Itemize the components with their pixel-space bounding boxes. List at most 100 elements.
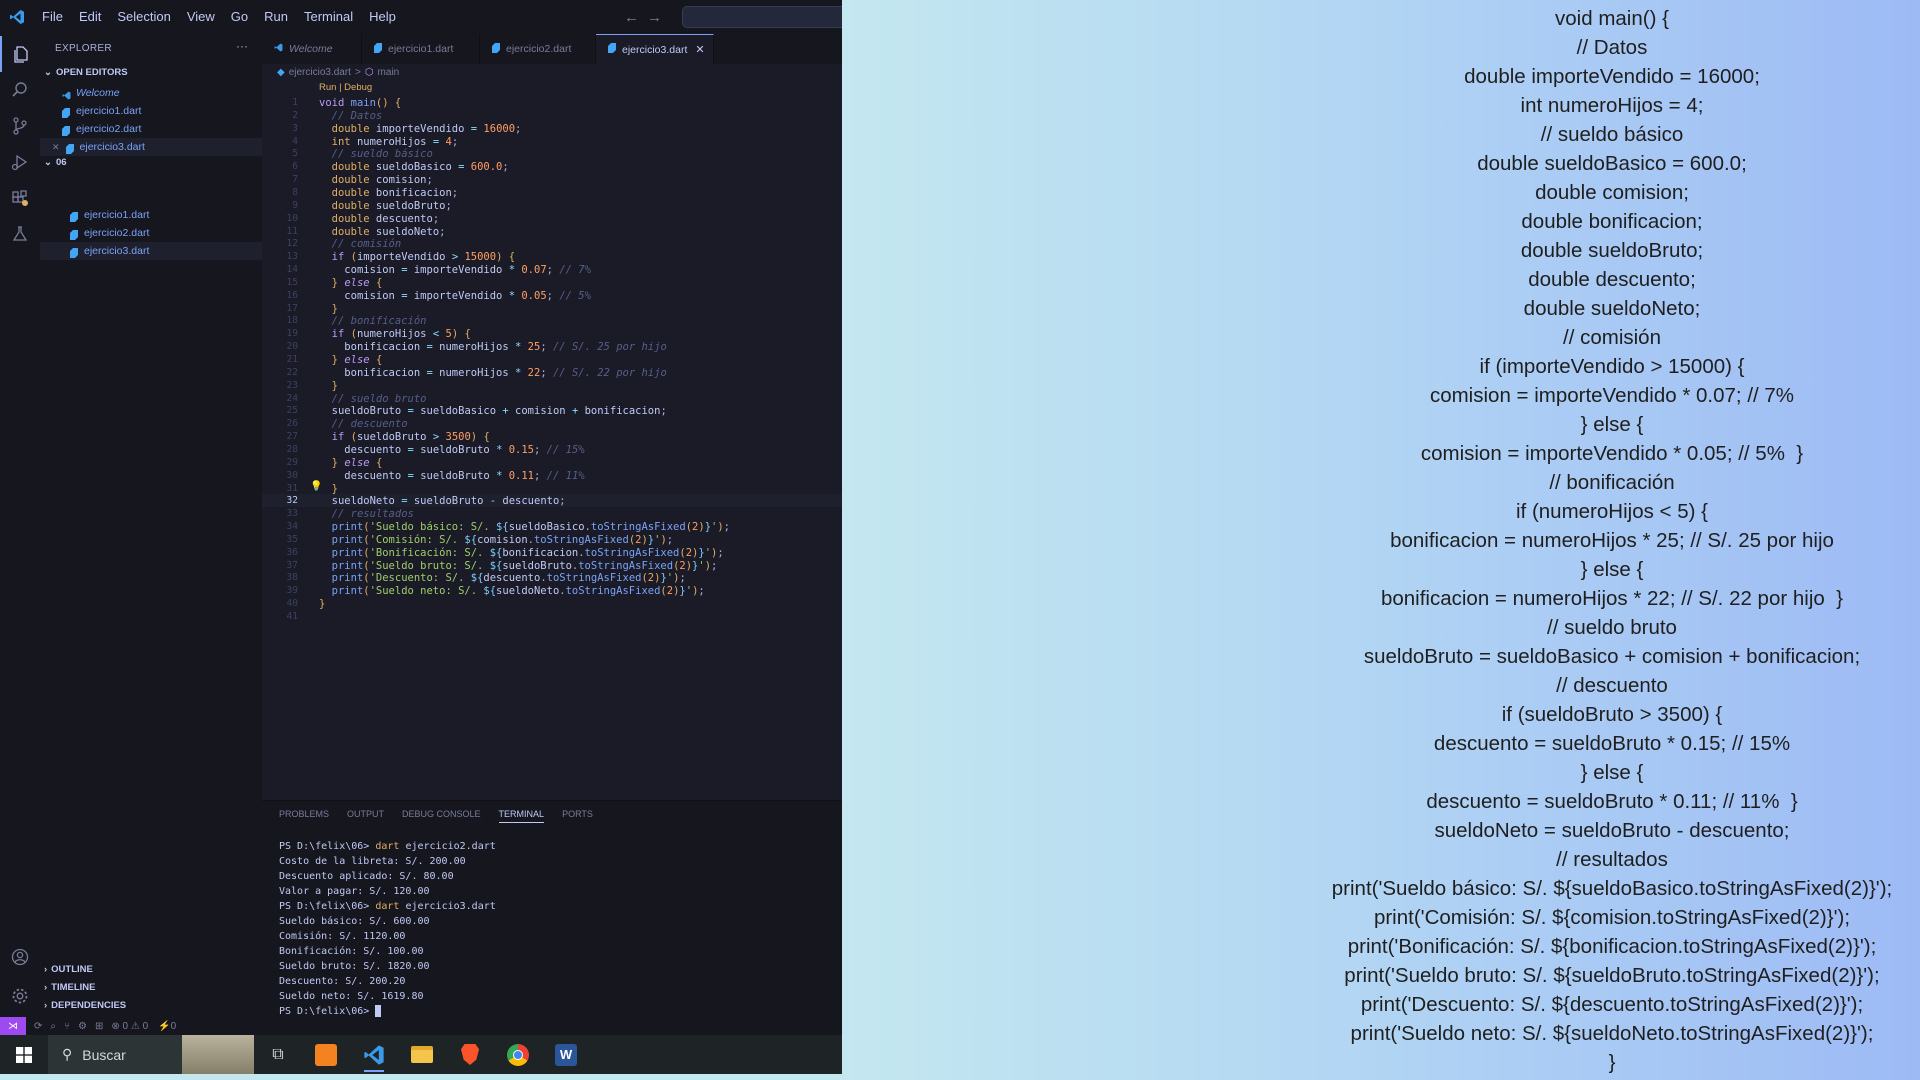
xampp-icon[interactable]	[302, 1035, 350, 1074]
account-icon[interactable]	[0, 939, 40, 975]
command-center-search[interactable]	[682, 6, 842, 28]
open-editor-label: ejercicio1.dart	[76, 105, 142, 117]
panel-tab-ports[interactable]: PORTS	[562, 809, 593, 823]
line-number: 39	[286, 585, 298, 597]
slide-code-line: // comisión	[1563, 326, 1661, 349]
file-item[interactable]: ejercicio2.dart	[40, 224, 262, 242]
word-icon[interactable]: W	[542, 1035, 590, 1074]
ports-status[interactable]: ⚡0	[158, 1021, 176, 1032]
terminal-output[interactable]: PS D:\felix\06> dart ejercicio2.dart Cost…	[279, 839, 496, 1019]
menu-terminal[interactable]: Terminal	[296, 0, 361, 34]
breadcrumb-symbol[interactable]: main	[378, 67, 400, 78]
outline-section[interactable]: › OUTLINE	[44, 964, 93, 975]
code-line: }	[331, 379, 338, 392]
code-line: sueldoNeto = sueldoBruto - descuento;	[331, 495, 566, 508]
search-icon[interactable]	[0, 72, 40, 108]
panel-tab-debug-console[interactable]: DEBUG CONSOLE	[402, 809, 481, 823]
menu-help[interactable]: Help	[361, 0, 404, 34]
code-line: }	[331, 302, 338, 315]
slide-code-line: void main() {	[1555, 7, 1669, 30]
line-number: 32	[286, 495, 298, 507]
tab-ejercicio1-dart[interactable]: ejercicio1.dart	[362, 34, 480, 64]
dart-icon	[62, 106, 70, 118]
folder-header[interactable]: ⌄ 06	[44, 157, 67, 168]
open-editor-item[interactable]: ejercicio2.dart	[40, 120, 262, 138]
line-number: 37	[286, 559, 298, 571]
run-debug-icon[interactable]	[0, 144, 40, 180]
line-number: 2	[292, 109, 298, 121]
panel-tab-terminal[interactable]: TERMINAL	[498, 809, 545, 823]
testing-flask-icon[interactable]	[0, 216, 40, 252]
line-number: 35	[286, 533, 298, 545]
code-line: print('Comisión: S/. ${comision.toString…	[331, 533, 674, 546]
slide-code-line: if (importeVendido > 15000) {	[1479, 355, 1745, 378]
lightbulb-icon[interactable]: 💡	[310, 481, 322, 492]
vscode-icon	[62, 88, 71, 100]
slide-code-line: sueldoBruto = sueldoBasico + comision + …	[1363, 645, 1861, 668]
code-editor[interactable]: Run | Debug 1 void main() {2 // Datos 3 do…	[262, 80, 842, 800]
tab-ejercicio3-dart[interactable]: ejercicio3.dart ✕	[596, 34, 714, 64]
more-actions-icon[interactable]: ···	[236, 39, 248, 53]
slide-code-line: descuento = sueldoBruto * 0.11; // 11% }	[1426, 790, 1798, 813]
vscode-taskbar-icon[interactable]	[350, 1035, 398, 1074]
close-icon[interactable]: ✕	[695, 43, 704, 56]
chevron-right-icon: ›	[44, 1000, 48, 1011]
open-editor-item[interactable]: ✕ ejercicio3.dart	[40, 138, 262, 156]
line-number: 20	[286, 341, 298, 353]
task-view-icon[interactable]: ⧉	[254, 1035, 302, 1074]
menu-edit[interactable]: Edit	[71, 0, 109, 34]
slide-code-line: bonificacion = numeroHijos * 25; // S/. …	[1390, 529, 1834, 552]
terminal-line: Descuento aplicado: S/. 80.00	[279, 871, 454, 882]
code-line: print('Sueldo neto: S/. ${sueldoNeto.toS…	[331, 585, 705, 598]
sync-icon[interactable]: ⟳	[34, 1021, 42, 1032]
problems-status[interactable]: ⊗ 0 ⚠ 0	[111, 1021, 148, 1032]
menu-selection[interactable]: Selection	[109, 0, 178, 34]
branch-icon[interactable]: ⑂	[64, 1021, 70, 1032]
slide-code-line: double importeVendido = 16000;	[1464, 65, 1760, 88]
slide-code-line: double sueldoNeto;	[1523, 297, 1701, 320]
terminal-cursor	[375, 1005, 382, 1017]
menu-go[interactable]: Go	[223, 0, 256, 34]
code-line: sueldoBruto = sueldoBasico + comision + …	[331, 405, 667, 418]
menu-run[interactable]: Run	[256, 0, 296, 34]
dart-icon	[70, 210, 78, 222]
line-number: 25	[286, 405, 298, 417]
remote-indicator-icon[interactable]: ⋊	[0, 1017, 26, 1035]
panel-tab-problems[interactable]: PROBLEMS	[279, 809, 329, 823]
debug-status-icon[interactable]: ⚙	[78, 1021, 87, 1032]
open-editor-item[interactable]: Welcome	[40, 84, 262, 102]
bottom-panel: PROBLEMS OUTPUT DEBUG CONSOLE TERMINAL PORTS…	[262, 800, 842, 1018]
breadcrumb-file[interactable]: ejercicio3.dart	[289, 67, 351, 78]
settings-gear-icon[interactable]	[0, 978, 40, 1014]
open-editors-header[interactable]: ⌄ OPEN EDITORS	[44, 67, 128, 78]
line-number: 23	[286, 379, 298, 391]
codelens-run-debug[interactable]: Run | Debug	[319, 82, 372, 93]
close-icon[interactable]: ✕	[52, 138, 60, 156]
timeline-section[interactable]: › TIMELINE	[44, 982, 96, 993]
extensions-status-icon[interactable]: ⊞	[95, 1021, 103, 1032]
menu-view[interactable]: View	[179, 0, 223, 34]
menu-file[interactable]: File	[34, 0, 71, 34]
dependencies-section[interactable]: › DEPENDENCIES	[44, 1000, 126, 1011]
panel-tab-output[interactable]: OUTPUT	[347, 809, 384, 823]
file-explorer-icon[interactable]	[398, 1035, 446, 1074]
brave-browser-icon[interactable]	[446, 1035, 494, 1074]
back-arrow-icon[interactable]: ←	[624, 9, 639, 26]
line-number: 26	[286, 418, 298, 430]
explorer-icon[interactable]	[0, 36, 40, 72]
file-item[interactable]: ejercicio3.dart	[40, 242, 262, 260]
extensions-icon[interactable]	[0, 180, 40, 216]
tab-ejercicio2-dart[interactable]: ejercicio2.dart	[480, 34, 596, 64]
chrome-icon[interactable]	[494, 1035, 542, 1074]
file-item[interactable]: ejercicio1.dart	[40, 206, 262, 224]
search-status-icon[interactable]: ⌕	[50, 1021, 56, 1032]
open-editor-label: ejercicio3.dart	[79, 141, 145, 153]
open-editor-item[interactable]: ejercicio1.dart	[40, 102, 262, 120]
source-control-icon[interactable]	[0, 108, 40, 144]
forward-arrow-icon[interactable]: →	[647, 9, 662, 26]
tab-welcome[interactable]: Welcome	[262, 34, 362, 64]
slide-code-line: print('Descuento: S/. ${descuento.toStri…	[1360, 993, 1864, 1016]
code-line: double sueldoBasico = 600.0;	[331, 161, 509, 174]
windows-start-icon[interactable]	[0, 1035, 48, 1074]
dart-icon	[70, 246, 78, 258]
